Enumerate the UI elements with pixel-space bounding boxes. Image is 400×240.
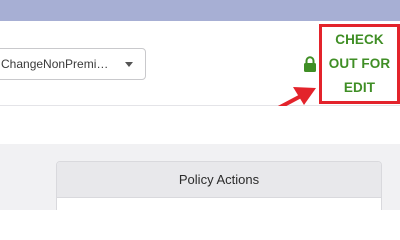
check-out-for-edit-button[interactable]: CHECK OUT FOR EDIT xyxy=(319,24,400,104)
policy-select[interactable]: ChangeNonPremiu... xyxy=(0,48,146,80)
lock-icon xyxy=(304,56,316,72)
top-nav-bar xyxy=(0,0,400,21)
policy-actions-title: Policy Actions xyxy=(178,172,260,187)
app-window: ChangeNonPremiu... CHECK OUT FOR EDIT Po… xyxy=(0,0,400,210)
policy-actions-header: Policy Actions xyxy=(57,162,381,198)
chevron-down-icon xyxy=(125,62,133,67)
policy-select-value: ChangeNonPremiu... xyxy=(1,57,111,71)
policy-actions-panel: Policy Actions xyxy=(56,161,382,210)
check-out-for-edit-label: CHECK OUT FOR EDIT xyxy=(328,32,391,95)
